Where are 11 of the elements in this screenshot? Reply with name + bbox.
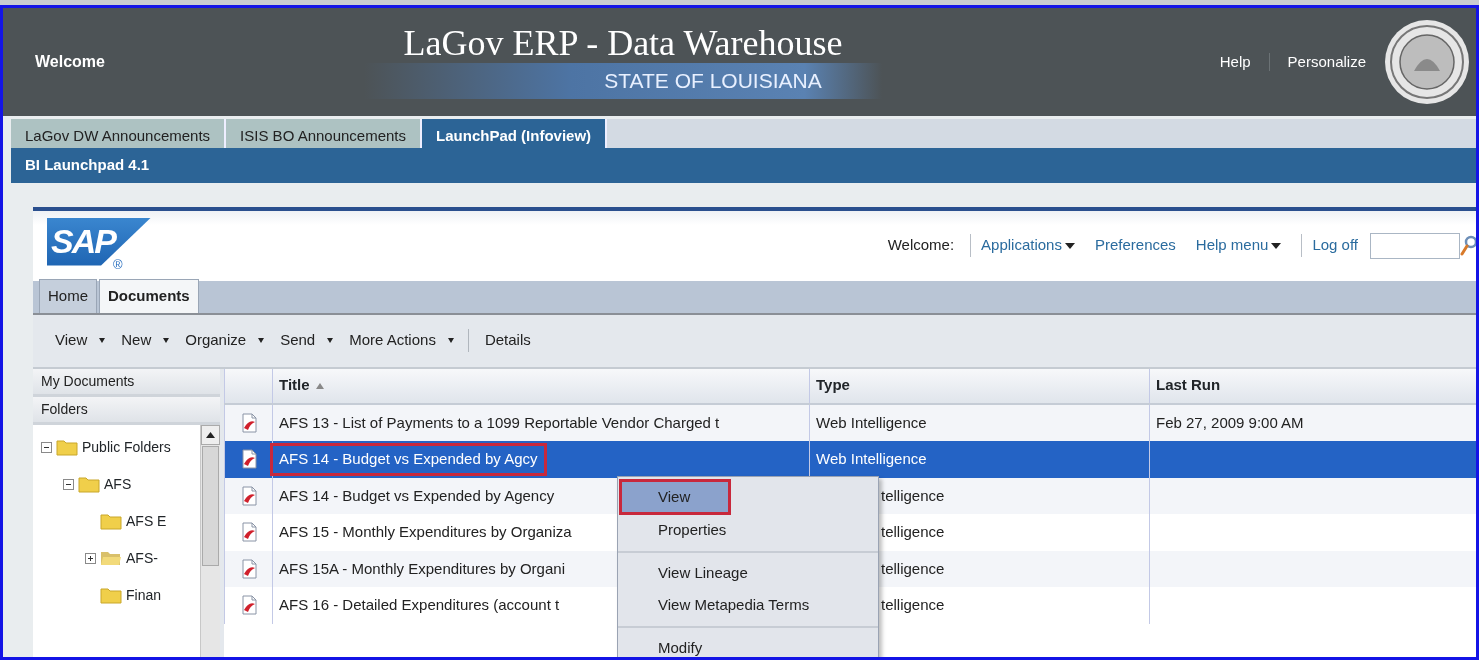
welcome-label: Welcome: <box>887 235 956 256</box>
table-cell-text: Feb 27, 2009 9:00 AM <box>1156 412 1304 433</box>
welcome-text: Welcome <box>34 52 106 72</box>
table-cell-text: Web Intelligence <box>816 412 927 433</box>
table-cell-text: telligence <box>880 558 945 579</box>
table-cell-text: Web Intelligence <box>816 449 927 469</box>
launchpad-bar: BI Launchpad 4.1 <box>11 148 1476 183</box>
table-cell-text: telligence <box>880 595 945 615</box>
table-cell-text: telligence <box>880 522 945 542</box>
table-cell-text: telligence <box>880 485 945 506</box>
portal-title: LaGov ERP - Data Warehouse <box>403 25 843 64</box>
